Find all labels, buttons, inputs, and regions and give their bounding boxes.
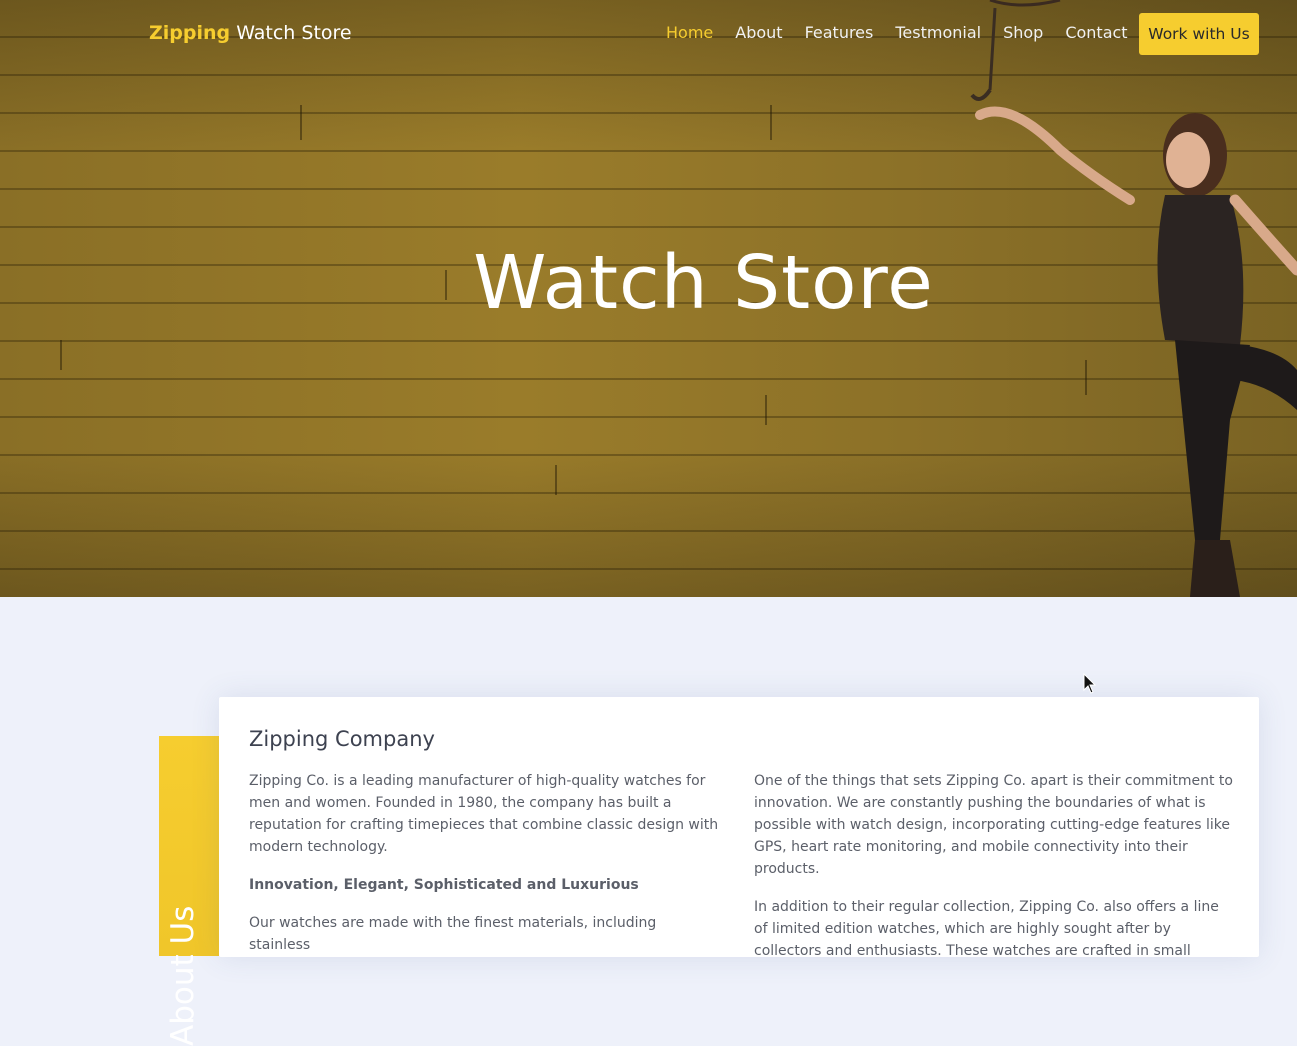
- hero-section: Watch Store: [0, 0, 1297, 597]
- brand-logo[interactable]: Zipping Watch Store: [149, 22, 352, 44]
- hero-title: Watch Store: [473, 240, 934, 326]
- about-right-column: One of the things that sets Zipping Co. …: [754, 770, 1234, 957]
- nav-features[interactable]: Features: [805, 23, 874, 42]
- nav-testimonial[interactable]: Testmonial: [895, 23, 981, 42]
- about-paragraph: One of the things that sets Zipping Co. …: [754, 773, 1233, 877]
- brand-accent: Zipping: [149, 22, 231, 44]
- about-tab: About Us: [159, 736, 219, 1046]
- brand-name: Watch Store: [236, 22, 352, 44]
- nav-shop[interactable]: Shop: [1003, 23, 1043, 42]
- about-paragraph: Zipping Co. is a leading manufacturer of…: [249, 773, 719, 855]
- about-left-column: Zipping Co. is a leading manufacturer of…: [249, 770, 719, 957]
- mouse-cursor-icon: [1083, 673, 1097, 694]
- nav-home[interactable]: Home: [666, 23, 713, 42]
- about-paragraph: Our watches are made with the finest mat…: [249, 915, 657, 953]
- nav-about[interactable]: About: [735, 23, 782, 42]
- nav-contact[interactable]: Contact: [1065, 23, 1127, 42]
- about-tab-label: About Us: [165, 905, 201, 1046]
- about-heading: Zipping Company: [249, 727, 435, 751]
- work-with-us-button[interactable]: Work with Us: [1139, 13, 1259, 55]
- about-tagline: Innovation, Elegant, Sophisticated and L…: [249, 877, 639, 893]
- main-nav: Home About Features Testmonial Shop Cont…: [666, 23, 1128, 42]
- about-card: Zipping Company Zipping Co. is a leading…: [219, 697, 1259, 957]
- about-paragraph: In addition to their regular collection,…: [754, 899, 1219, 957]
